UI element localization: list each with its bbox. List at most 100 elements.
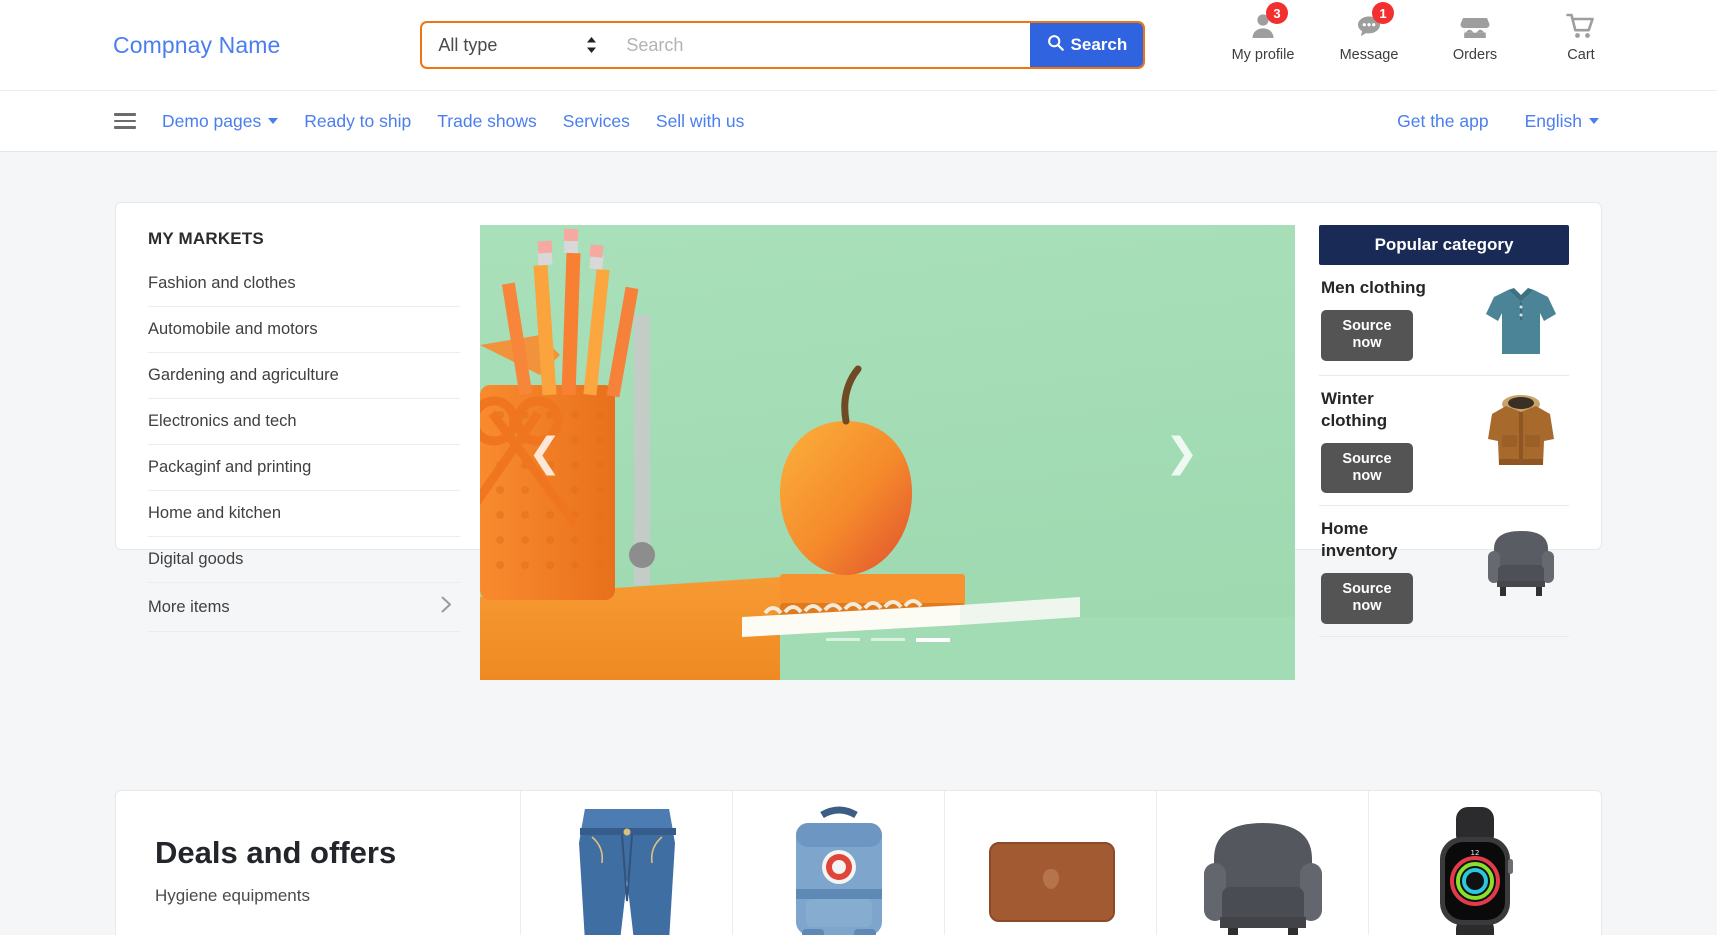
source-now-button[interactable]: Source now bbox=[1321, 309, 1413, 361]
nav-right-group: Get the app English bbox=[1397, 111, 1599, 132]
header-action-label: Message bbox=[1339, 47, 1399, 63]
armchair-image bbox=[1475, 518, 1567, 604]
header-action-label: Cart bbox=[1567, 47, 1595, 63]
header-action-my-profile[interactable]: 3 My profile bbox=[1227, 2, 1299, 63]
nav-item-ready-to-ship[interactable]: Ready to ship bbox=[304, 111, 411, 132]
armchair-gray-image bbox=[1183, 801, 1343, 935]
header-action-cart[interactable]: Cart bbox=[1545, 8, 1617, 63]
search-input[interactable] bbox=[612, 23, 1031, 67]
deals-heading-block: Deals and offers Hygiene equipments bbox=[116, 791, 520, 935]
shopping-cart-icon bbox=[1566, 12, 1596, 40]
hamburger-icon[interactable] bbox=[114, 113, 136, 129]
search-type-select[interactable]: All type bbox=[422, 35, 613, 55]
storefront-icon-wrapper bbox=[1460, 8, 1490, 44]
market-item-label: Fashion and clothes bbox=[148, 274, 296, 292]
popular-item-name: Men clothing bbox=[1321, 278, 1426, 297]
deals-and-offers-card: Deals and offers Hygiene equipments 12 bbox=[115, 790, 1602, 935]
nav-left-group: Demo pages Ready to ship Trade shows Ser… bbox=[114, 111, 744, 132]
popular-item-text: Winter clothing Source now bbox=[1321, 388, 1429, 494]
popular-item-name: Home inventory bbox=[1321, 519, 1398, 561]
chevron-down-icon bbox=[268, 118, 279, 124]
deal-product-jeans[interactable] bbox=[520, 791, 732, 935]
brand-logo[interactable]: Compnay Name bbox=[113, 32, 280, 59]
market-item-label: More items bbox=[148, 597, 230, 616]
market-item-electronics-and-tech[interactable]: Electronics and tech bbox=[148, 399, 460, 445]
search-icon bbox=[1047, 34, 1064, 56]
popular-category-item-winter-clothing[interactable]: Winter clothing Source now bbox=[1319, 376, 1569, 507]
nav-item-demo-pages[interactable]: Demo pages bbox=[162, 110, 279, 132]
nav-item-language[interactable]: English bbox=[1525, 111, 1599, 132]
message-badge: 1 bbox=[1372, 2, 1394, 24]
search-type-select-wrapper[interactable]: All type bbox=[422, 23, 613, 67]
page-root: Compnay Name All type Search Search 3 My… bbox=[0, 0, 1717, 935]
market-item-label: Home and kitchen bbox=[148, 504, 281, 522]
deals-title: Deals and offers bbox=[155, 835, 397, 870]
shopping-cart-icon-wrapper bbox=[1566, 8, 1596, 44]
hero-carousel[interactable]: ❮ ❯ bbox=[480, 225, 1295, 680]
storefront-icon bbox=[1460, 12, 1490, 40]
header-action-label: Orders bbox=[1452, 47, 1498, 63]
market-item-label: Digital goods bbox=[148, 550, 244, 568]
market-item-automobile-and-motors[interactable]: Automobile and motors bbox=[148, 307, 460, 353]
market-item-label: Automobile and motors bbox=[148, 320, 318, 338]
market-item-label: Electronics and tech bbox=[148, 412, 297, 430]
chat-bubble-icon-wrapper: 1 bbox=[1354, 2, 1394, 44]
market-item-digital-goods[interactable]: Digital goods bbox=[148, 537, 460, 583]
smart-watch-image: 12 bbox=[1395, 801, 1555, 935]
carousel-indicator-2[interactable] bbox=[870, 638, 905, 641]
carousel-indicator-3[interactable] bbox=[915, 638, 950, 642]
market-item-packaging-and-printing[interactable]: Packaginf and printing bbox=[148, 445, 460, 491]
deal-product-smart-watch[interactable]: 12 bbox=[1368, 791, 1580, 935]
nav-item-label: English bbox=[1524, 110, 1582, 131]
search-button[interactable]: Search bbox=[1030, 23, 1144, 67]
laptop-sleeve-image bbox=[971, 801, 1131, 935]
popular-item-text: Men clothing Source now bbox=[1321, 277, 1429, 361]
market-item-label: Gardening and agriculture bbox=[148, 366, 339, 384]
search-button-label: Search bbox=[1070, 35, 1128, 54]
nav-item-trade-shows[interactable]: Trade shows bbox=[437, 111, 537, 132]
user-icon-wrapper: 3 bbox=[1248, 2, 1288, 44]
header-action-message[interactable]: 1 Message bbox=[1333, 2, 1405, 63]
top-header: Compnay Name All type Search Search 3 My… bbox=[0, 0, 1717, 90]
popular-category-item-home-inventory[interactable]: Home inventory Source now bbox=[1319, 506, 1569, 637]
deal-product-armchair[interactable] bbox=[1156, 791, 1368, 935]
profile-badge: 3 bbox=[1266, 2, 1288, 24]
popular-item-name: Winter clothing bbox=[1321, 389, 1388, 430]
home-main-card: MY MARKETS Fashion and clothes Automobil… bbox=[115, 202, 1602, 680]
market-item-gardening-and-agriculture[interactable]: Gardening and agriculture bbox=[148, 353, 460, 399]
popular-category-panel: Popular category Men clothing Source now bbox=[1319, 225, 1569, 637]
svg-text:12: 12 bbox=[1470, 849, 1479, 857]
popular-item-text: Home inventory Source now bbox=[1321, 518, 1429, 624]
backpack-image bbox=[759, 801, 919, 935]
source-now-button[interactable]: Source now bbox=[1321, 572, 1413, 624]
winter-jacket-image bbox=[1475, 388, 1567, 474]
market-item-more-items[interactable]: More items bbox=[148, 583, 460, 632]
deals-subtitle: Hygiene equipments bbox=[155, 886, 310, 905]
market-item-fashion-and-clothes[interactable]: Fashion and clothes bbox=[148, 261, 460, 307]
carousel-indicator-1[interactable] bbox=[825, 638, 860, 641]
header-actions: 3 My profile 1 Message Orders Cart bbox=[1227, 2, 1617, 63]
nav-item-label: Demo pages bbox=[162, 110, 262, 131]
deal-product-backpack[interactable] bbox=[732, 791, 944, 935]
chevron-right-icon bbox=[441, 596, 460, 618]
header-action-orders[interactable]: Orders bbox=[1439, 8, 1511, 63]
carousel-indicators[interactable] bbox=[825, 638, 950, 642]
search-bar: All type Search bbox=[420, 21, 1146, 69]
popular-category-item-men-clothing[interactable]: Men clothing Source now bbox=[1319, 265, 1569, 376]
nav-item-services[interactable]: Services bbox=[563, 111, 630, 132]
popular-category-header: Popular category bbox=[1319, 225, 1569, 265]
my-markets-sidebar: MY MARKETS Fashion and clothes Automobil… bbox=[140, 225, 460, 632]
nav-item-sell-with-us[interactable]: Sell with us bbox=[656, 111, 745, 132]
main-nav: Demo pages Ready to ship Trade shows Ser… bbox=[0, 90, 1717, 152]
carousel-next-button[interactable]: ❯ bbox=[1165, 433, 1199, 473]
nav-item-get-the-app[interactable]: Get the app bbox=[1397, 111, 1488, 132]
my-markets-title: MY MARKETS bbox=[148, 229, 264, 248]
source-now-button[interactable]: Source now bbox=[1321, 442, 1413, 494]
header-action-label: My profile bbox=[1231, 47, 1295, 63]
market-item-label: Packaginf and printing bbox=[148, 458, 312, 476]
carousel-prev-button[interactable]: ❮ bbox=[528, 433, 562, 473]
market-item-home-and-kitchen[interactable]: Home and kitchen bbox=[148, 491, 460, 537]
blue-jeans-image bbox=[547, 801, 707, 935]
polo-shirt-image bbox=[1475, 277, 1567, 363]
deal-product-laptop-sleeve[interactable] bbox=[944, 791, 1156, 935]
